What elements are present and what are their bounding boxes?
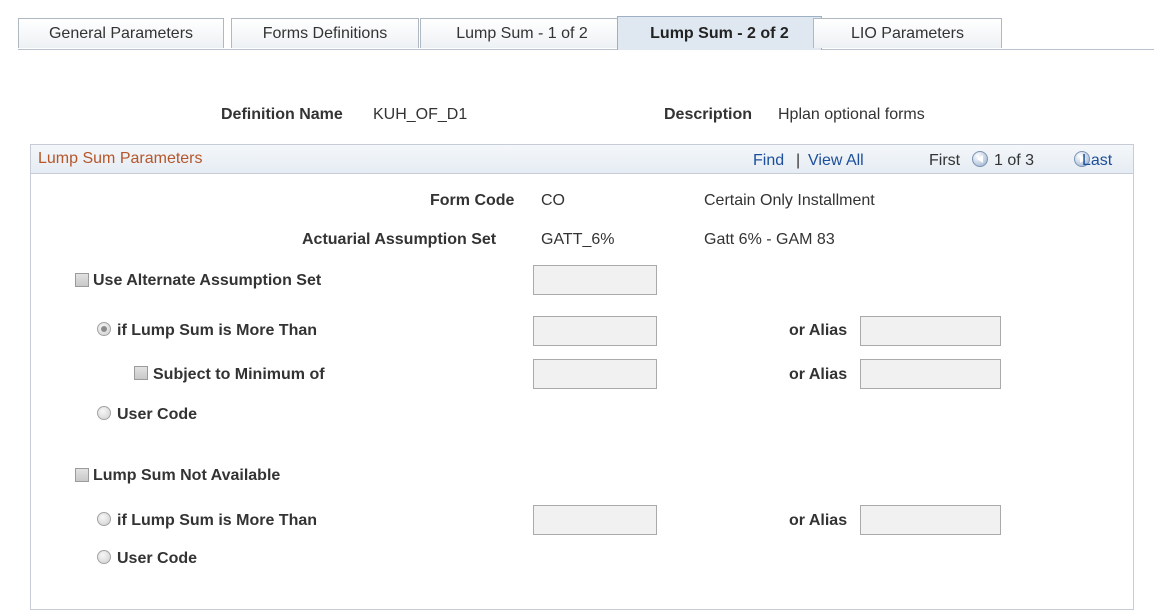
subject-to-minimum-checkbox[interactable] (134, 366, 148, 380)
more-than-amount-field[interactable] (533, 316, 657, 346)
first-label[interactable]: First (929, 152, 960, 170)
minimum-amount-field[interactable] (533, 359, 657, 389)
user-code-radio-2[interactable] (97, 550, 111, 564)
tab-lump-sum-1[interactable]: Lump Sum - 1 of 2 (420, 18, 624, 48)
use-alternate-assumption-label: Use Alternate Assumption Set (93, 272, 322, 289)
assumption-set-value: GATT_6% (541, 231, 615, 248)
form-code-description: Certain Only Installment (704, 192, 875, 209)
previous-icon[interactable] (972, 150, 988, 167)
user-code-label: User Code (117, 406, 198, 423)
form-code-label: Form Code (430, 192, 515, 209)
description-value: Hplan optional forms (778, 106, 925, 123)
tab-forms-definitions[interactable]: Forms Definitions (231, 18, 419, 48)
not-available-alias-field[interactable] (860, 505, 1001, 535)
not-available-amount-field[interactable] (533, 505, 657, 535)
lump-sum-not-available-checkbox[interactable] (75, 468, 89, 482)
use-alternate-assumption-checkbox[interactable] (75, 273, 89, 287)
link-separator: | (796, 152, 801, 169)
more-than-alias-field[interactable] (860, 316, 1001, 346)
definition-name-value: KUH_OF_D1 (373, 106, 468, 123)
if-more-than-label-2: if Lump Sum is More Than (117, 512, 318, 529)
tab-general-parameters[interactable]: General Parameters (18, 18, 224, 48)
tab-lump-sum-2[interactable]: Lump Sum - 2 of 2 (617, 16, 822, 50)
alternate-assumption-field[interactable] (533, 265, 657, 295)
row-position: 1 of 3 (994, 152, 1035, 169)
or-alias-label: or Alias (789, 366, 848, 383)
tab-baseline (18, 49, 1154, 50)
if-more-than-label: if Lump Sum is More Than (117, 322, 318, 339)
tab-bar: General Parameters Forms Definitions Lum… (18, 16, 1154, 50)
find-link[interactable]: Find (753, 152, 784, 170)
definition-name-label: Definition Name (221, 106, 343, 123)
user-code-radio[interactable] (97, 406, 111, 420)
or-alias-label-2: or Alias (789, 512, 848, 529)
if-more-than-radio-2[interactable] (97, 512, 111, 526)
assumption-set-label: Actuarial Assumption Set (302, 231, 497, 248)
if-more-than-radio[interactable] (97, 322, 111, 336)
lump-sum-not-available-label: Lump Sum Not Available (93, 467, 281, 484)
tab-lio-parameters[interactable]: LIO Parameters (813, 18, 1002, 48)
grid-title: Lump Sum Parameters (38, 150, 203, 167)
or-alias-label: or Alias (789, 322, 848, 339)
view-all-link[interactable]: View All (808, 152, 864, 170)
user-code-label-2: User Code (117, 550, 198, 567)
assumption-set-description: Gatt 6% - GAM 83 (704, 231, 835, 248)
subject-to-minimum-label: Subject to Minimum of (153, 366, 325, 383)
form-code-value: CO (541, 192, 565, 209)
description-label: Description (664, 106, 753, 123)
minimum-alias-field[interactable] (860, 359, 1001, 389)
last-link[interactable]: Last (1082, 152, 1112, 170)
